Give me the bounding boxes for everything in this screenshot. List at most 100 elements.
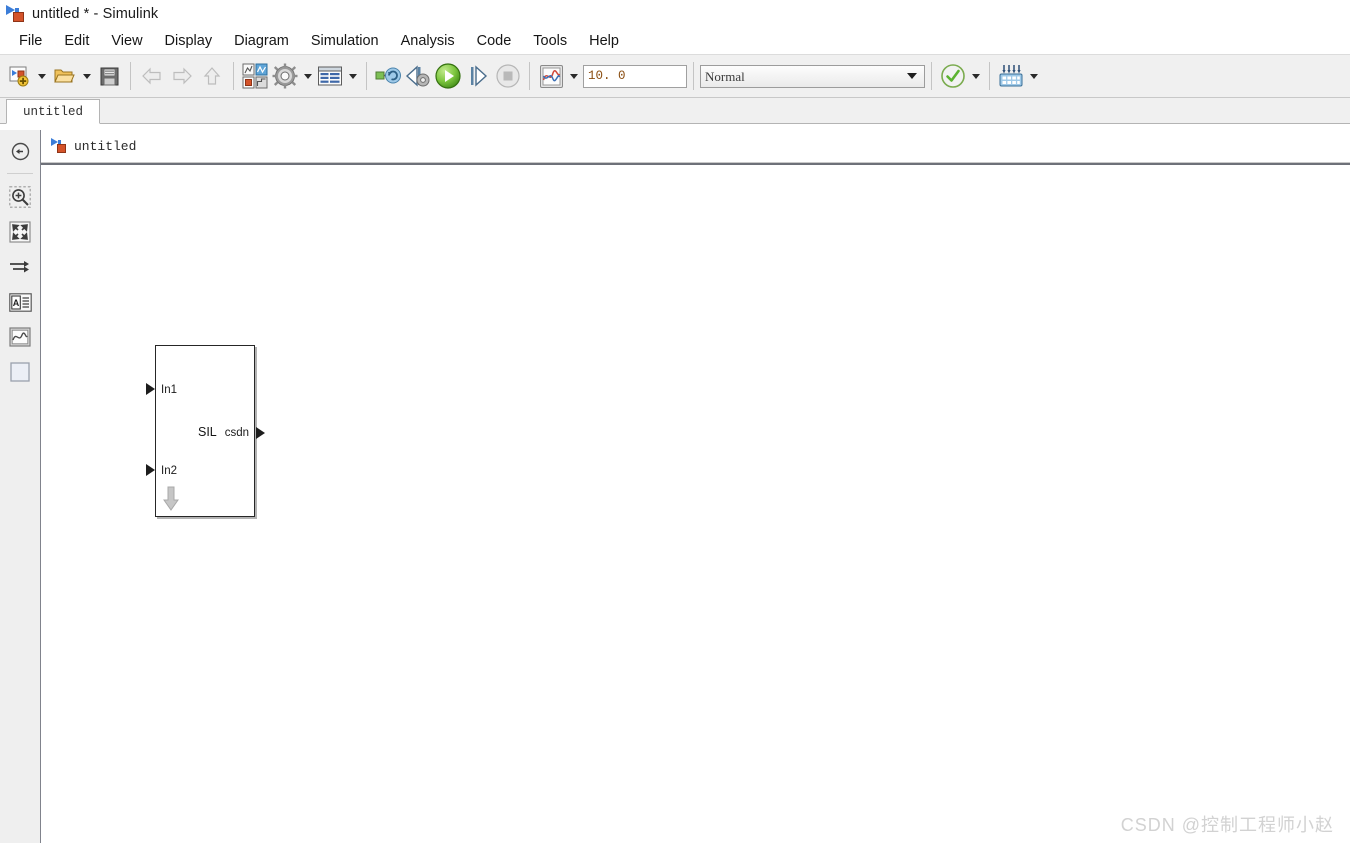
zoom-in-icon [9,186,31,208]
open-model-button[interactable] [49,61,79,91]
library-browser-icon [242,63,268,89]
sidebar-item-annotation[interactable]: A [5,287,35,317]
chevron-down-icon [907,73,917,79]
step-forward-button[interactable] [463,61,493,91]
menu-simulation[interactable]: Simulation [300,31,390,51]
simulink-window: untitled * - Simulink File Edit View Dis… [0,0,1350,843]
new-model-dropdown[interactable] [34,61,49,91]
title-bar: untitled * - Simulink [0,0,1350,28]
menu-analysis[interactable]: Analysis [390,31,466,51]
sidebar-item-back[interactable] [5,136,35,166]
stop-button[interactable] [493,61,523,91]
model-tab-strip: untitled [0,98,1350,124]
sidebar-item-subsystem[interactable] [5,357,35,387]
toolbar-separator [693,62,694,90]
model-explorer-icon [318,66,342,86]
model-configuration-parameters-button[interactable] [270,61,300,91]
block-sil-input-port-1-arrow[interactable] [146,383,155,395]
menu-edit[interactable]: Edit [53,31,100,51]
menu-tools[interactable]: Tools [522,31,578,51]
toolbar-separator [130,62,131,90]
update-model-button[interactable] [373,61,403,91]
simulink-model-icon [51,138,68,154]
build-model-icon [999,65,1023,87]
main-toolbar: 10. 0 Normal [0,54,1350,98]
block-sil-resize-arrow-icon [162,486,180,512]
tab-untitled[interactable]: untitled [6,99,101,124]
block-sil-label: SIL [198,425,217,439]
breadcrumb: untitled [41,130,1350,163]
toolbar-separator [529,62,530,90]
toolbar-separator [233,62,234,90]
run-button[interactable] [433,61,463,91]
navigate-back-button[interactable] [137,61,167,91]
toolbar-separator [931,62,932,90]
menu-display[interactable]: Display [154,31,224,51]
model-canvas[interactable]: SIL In1 In2 csdn CSDN @控制工程师小赵 [41,165,1350,843]
arrow-up-icon [203,67,221,85]
block-sil-input-port-2-arrow[interactable] [146,464,155,476]
menu-file[interactable]: File [8,31,53,51]
model-explorer-button[interactable] [315,61,345,91]
step-back-icon [405,65,430,87]
model-advisor-dropdown[interactable] [968,61,983,91]
breadcrumb-path[interactable]: untitled [74,139,136,154]
navigate-forward-button[interactable] [167,61,197,91]
block-sil[interactable]: SIL In1 In2 csdn [146,345,265,517]
canvas-tool-palette: A [0,130,41,843]
menu-code[interactable]: Code [466,31,523,51]
new-model-button[interactable] [4,61,34,91]
sidebar-item-zoom-in[interactable] [5,182,35,212]
sidebar-item-fit-to-view[interactable] [5,217,35,247]
check-circle-icon [941,64,965,88]
model-explorer-dropdown[interactable] [345,61,360,91]
palette-divider [7,173,33,174]
subsystem-icon [10,362,30,382]
block-sil-input-port-1-label: In1 [161,384,177,396]
navigate-back-circle-icon [11,142,29,160]
fit-to-view-icon [9,221,31,243]
gear-icon [272,63,298,89]
model-advisor-button[interactable] [938,61,968,91]
scope-icon [9,327,31,347]
menu-diagram[interactable]: Diagram [223,31,300,51]
simulation-mode-select[interactable]: Normal [700,64,925,88]
simulation-mode-value: Normal [705,68,745,84]
block-sil-output-port-arrow[interactable] [256,427,265,439]
navigate-up-button[interactable] [197,61,227,91]
save-disk-icon [100,67,118,85]
arrow-right-icon [173,67,192,85]
sidebar-item-signals[interactable] [5,252,35,282]
new-model-icon [9,66,29,87]
toolbar-separator [366,62,367,90]
simulation-data-inspector-button[interactable] [536,61,566,91]
build-model-button[interactable] [996,61,1026,91]
window-title: untitled * - Simulink [32,6,159,22]
simulation-stop-time-input[interactable]: 10. 0 [583,64,687,88]
model-canvas-area: untitled SIL In1 In2 csdn CSDN @控制工程师小赵 [41,130,1350,843]
csdn-watermark: CSDN @控制工程师小赵 [1120,815,1334,835]
menu-help[interactable]: Help [578,31,630,51]
sim-data-inspector-icon [539,64,563,88]
open-model-dropdown[interactable] [79,61,94,91]
menu-view[interactable]: View [100,31,153,51]
block-sil-input-port-2-label: In2 [161,465,177,477]
step-back-button[interactable] [403,61,433,91]
update-model-icon [375,67,401,84]
signal-routing-icon [10,261,29,273]
tab-label: untitled [23,104,84,119]
build-model-dropdown[interactable] [1026,61,1041,91]
step-forward-icon [471,65,488,87]
arrow-left-icon [142,67,161,85]
block-sil-output-port-label: csdn [224,427,249,439]
sidebar-item-scope[interactable] [5,322,35,352]
annotation-icon: A [8,292,32,312]
menu-bar: File Edit View Display Diagram Simulatio… [0,28,1350,54]
library-browser-button[interactable] [240,61,270,91]
sim-data-inspector-dropdown[interactable] [566,61,581,91]
model-configuration-dropdown[interactable] [300,61,315,91]
save-model-button[interactable] [94,61,124,91]
simulink-logo-icon [6,5,26,23]
editor-body: A untitled SIL In1 In2 csdn CSDN @控制工程师小… [0,130,1350,843]
play-icon [435,63,461,89]
